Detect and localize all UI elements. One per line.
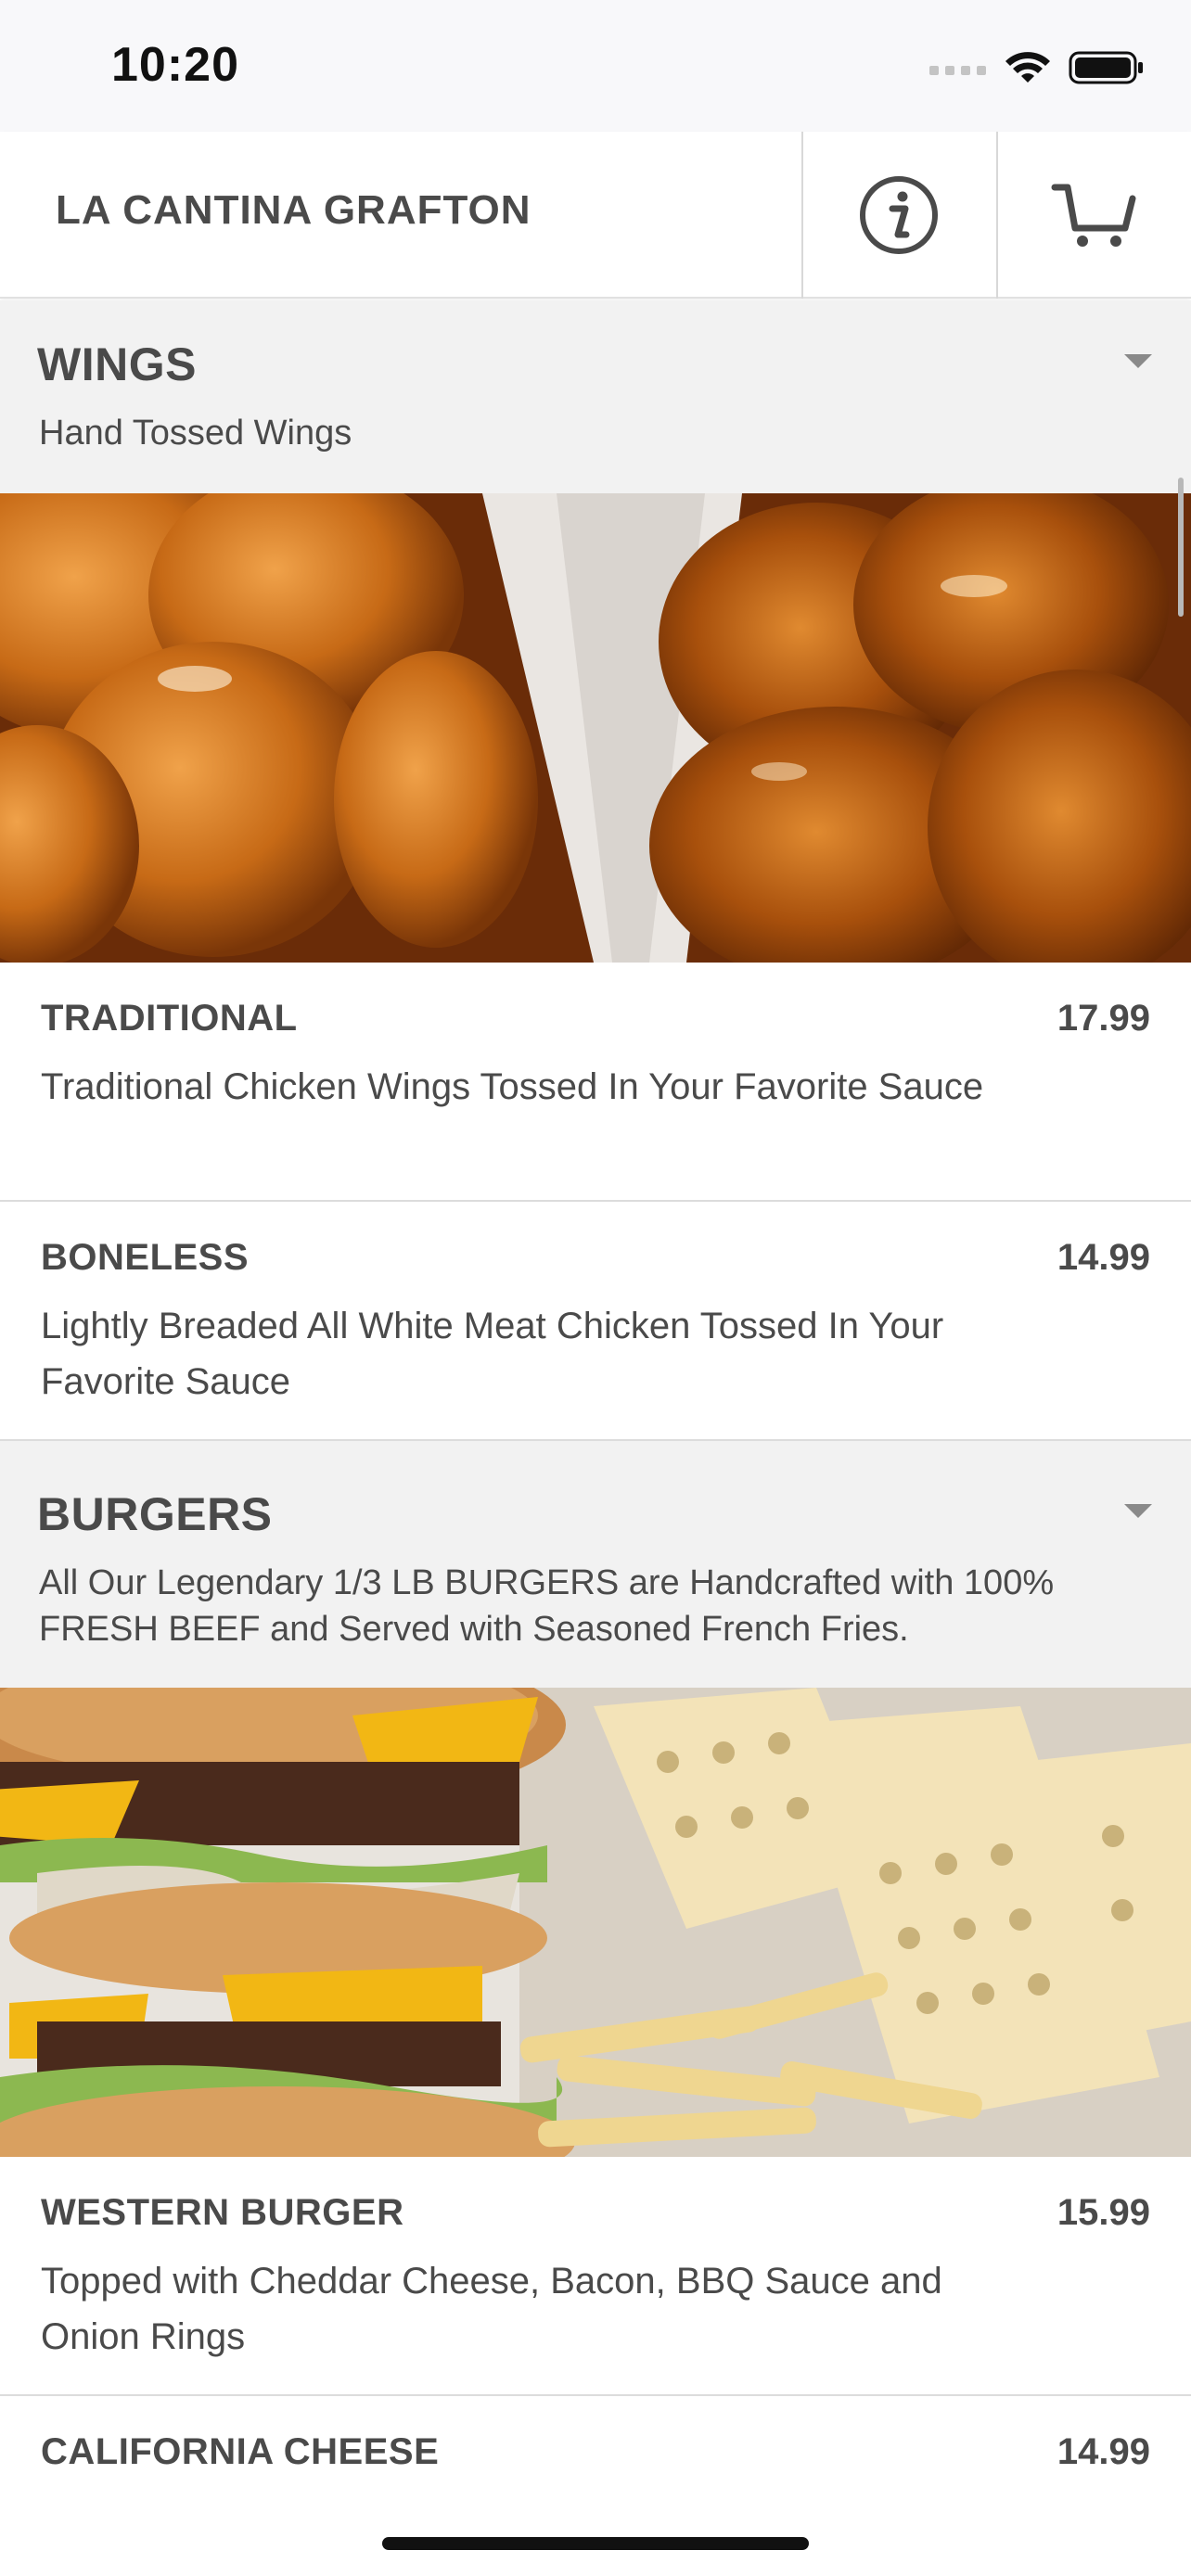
item-name: BONELESS <box>41 1237 250 1278</box>
section-header-wings[interactable]: WINGS Hand Tossed Wings <box>0 300 1191 493</box>
app-header: LA CANTINA GRAFTON <box>0 132 1191 299</box>
cart-button[interactable] <box>996 132 1189 299</box>
status-time: 10:20 <box>111 38 239 92</box>
burger-image <box>0 1688 1191 2157</box>
section-header-burgers[interactable]: BURGERS All Our Legendary 1/3 LB BURGERS… <box>0 1441 1191 1688</box>
item-price: 17.99 <box>1057 998 1150 1039</box>
item-price: 14.99 <box>1057 1237 1150 1278</box>
info-button[interactable] <box>801 132 994 299</box>
wifi-icon <box>1005 52 1050 83</box>
menu-item[interactable]: BONELESS 14.99 Lightly Breaded All White… <box>0 1202 1191 1441</box>
battery-icon <box>1069 51 1143 84</box>
status-bar: 10:20 <box>0 0 1191 132</box>
item-description: Topped with Cheddar Cheese, Bacon, BBQ S… <box>41 2261 942 2357</box>
section-description: All Our Legendary 1/3 LB BURGERS are Han… <box>39 1563 1055 1649</box>
section-title: WINGS <box>37 338 197 390</box>
menu-item[interactable]: WESTERN BURGER 15.99 Topped with Cheddar… <box>0 2157 1191 2396</box>
item-description: Lightly Breaded All White Meat Chicken T… <box>41 1306 944 1402</box>
restaurant-title: LA CANTINA GRAFTON <box>56 187 531 233</box>
wings-image <box>0 493 1191 963</box>
info-icon <box>860 176 938 254</box>
item-name: CALIFORNIA CHEESE <box>41 2431 440 2472</box>
item-name: WESTERN BURGER <box>41 2192 404 2233</box>
caret-down-icon[interactable] <box>1124 354 1152 368</box>
section-title: BURGERS <box>37 1488 273 1540</box>
menu-item[interactable]: TRADITIONAL 17.99 Traditional Chicken Wi… <box>0 963 1191 1202</box>
home-indicator[interactable] <box>382 2537 809 2550</box>
item-price: 15.99 <box>1057 2192 1150 2233</box>
item-price: 14.99 <box>1057 2431 1150 2472</box>
section-description: Hand Tossed Wings <box>39 414 352 453</box>
status-icons <box>929 45 1145 91</box>
cellular-signal-icon <box>929 66 986 75</box>
item-description: Traditional Chicken Wings Tossed In Your… <box>41 1066 984 1107</box>
cart-icon <box>1051 184 1136 247</box>
item-name: TRADITIONAL <box>41 998 298 1039</box>
scrollbar[interactable] <box>1178 478 1184 617</box>
caret-down-icon[interactable] <box>1124 1504 1152 1518</box>
